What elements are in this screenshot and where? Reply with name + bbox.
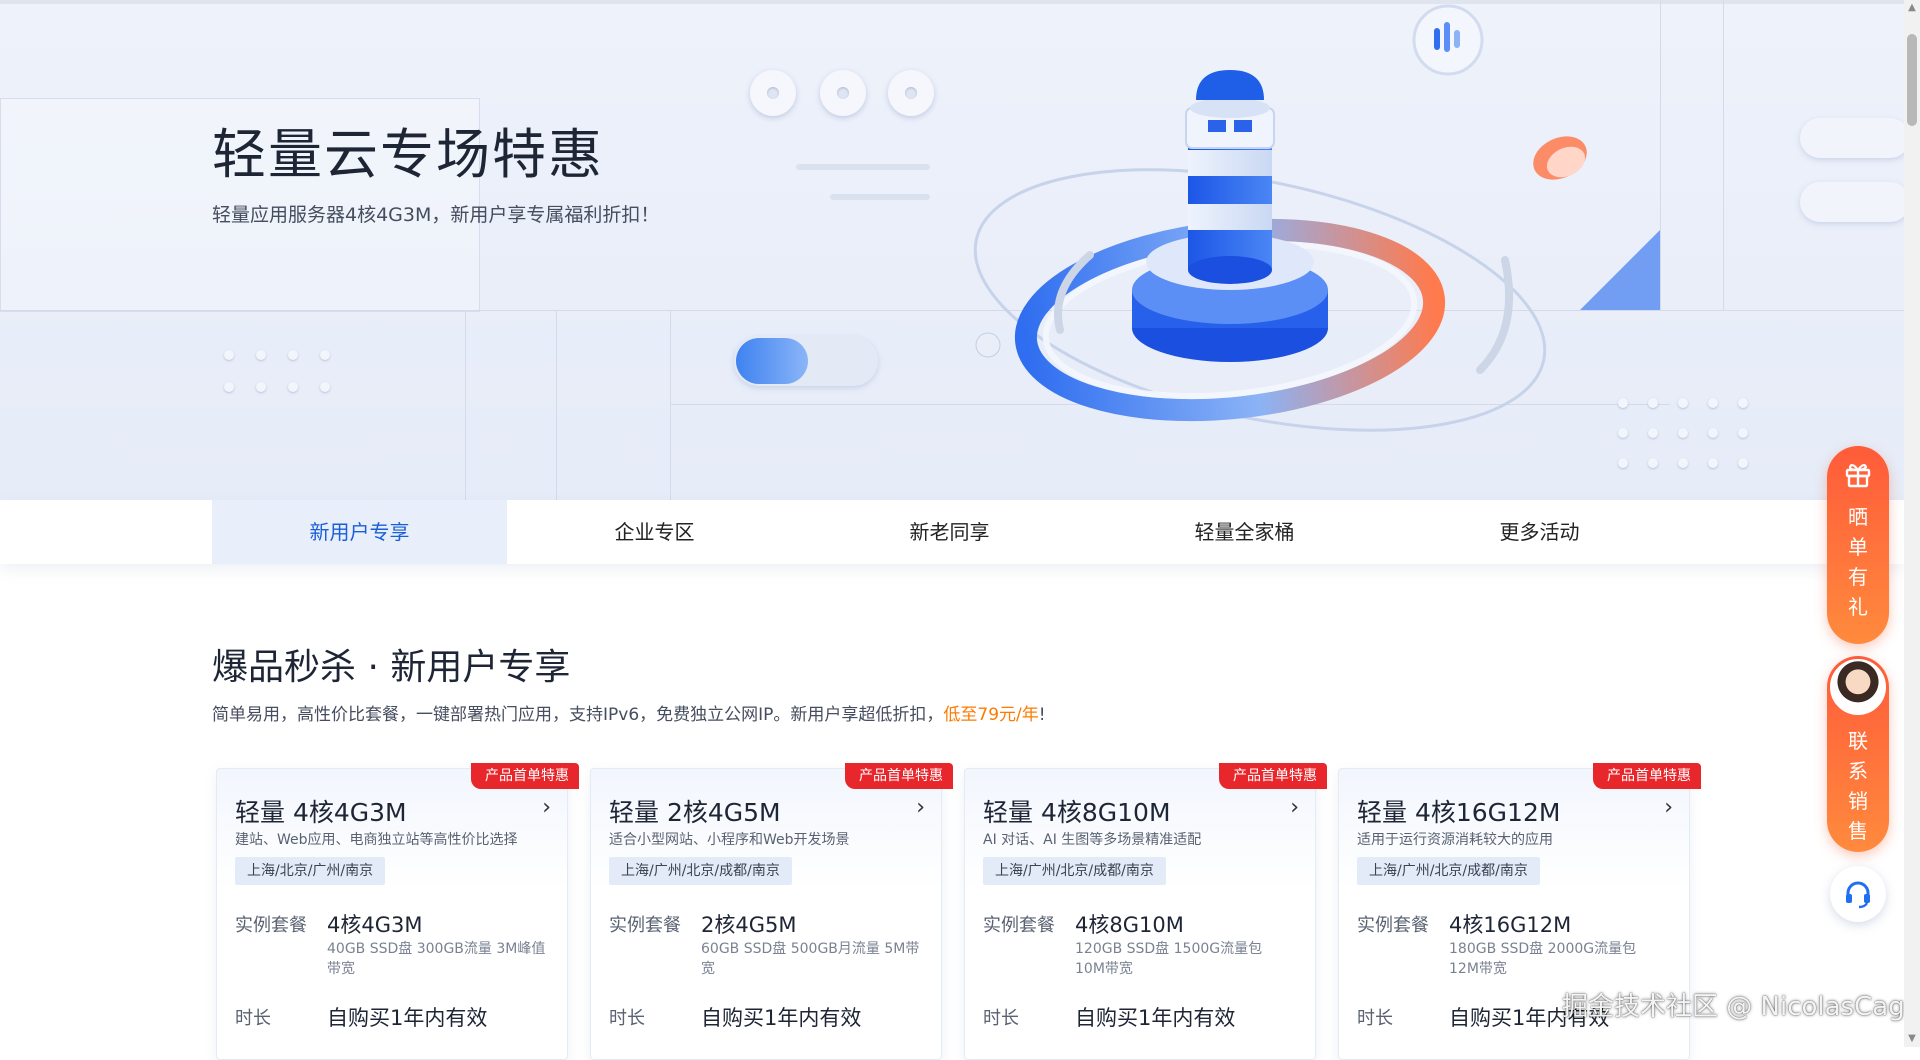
decor-bar <box>830 194 930 200</box>
contact-sales-button[interactable]: 联 系 销 售 <box>1827 656 1889 852</box>
card-title: 轻量 4核8G10M <box>983 798 1171 827</box>
section-desc-text: 简单易用，高性价比套餐，一键部署热门应用，支持IPv6，免费独立公网IP。新用户… <box>212 705 944 725</box>
share-order-gift-button[interactable]: 晒 单 有 礼 <box>1827 446 1889 644</box>
duration-label: 时长 <box>235 1008 271 1029</box>
section-description: 简单易用，高性价比套餐，一键部署热门应用，支持IPv6，免费独立公网IP。新用户… <box>212 700 1046 725</box>
decor-bar <box>796 164 930 170</box>
tab-enterprise[interactable]: 企业专区 <box>507 500 802 564</box>
sales-text-4: 售 <box>1848 819 1868 843</box>
spec-detail: 40GB SSD盘 300GB流量 3M峰值带宽 <box>327 941 546 977</box>
chevron-right-icon[interactable]: › <box>1664 795 1673 820</box>
sales-text-2: 系 <box>1848 759 1868 783</box>
sales-text-1: 联 <box>1848 729 1868 753</box>
product-card[interactable]: 产品首单特惠 轻量 4核8G10M › AI 对话、AI 生图等多场景精准适配 … <box>964 763 1327 1060</box>
bg-line <box>1660 0 1661 310</box>
region-tag: 上海/北京/广州/南京 <box>235 857 386 885</box>
spec-value: 4核16G12M <box>1449 913 1572 937</box>
decor-circle <box>750 70 796 116</box>
spec-label: 实例套餐 <box>983 915 1055 936</box>
region-tag: 上海/广州/北京/成都/南京 <box>983 857 1166 885</box>
bg-line <box>1723 0 1724 310</box>
first-order-badge: 产品首单特惠 <box>1219 763 1327 789</box>
decor-circle <box>820 70 866 116</box>
region-tag: 上海/广州/北京/成都/南京 <box>1357 857 1540 885</box>
product-card[interactable]: 产品首单特惠 轻量 2核4G5M › 适合小型网站、小程序和Web开发场景 上海… <box>590 763 953 1060</box>
tab-lightweight-bundle[interactable]: 轻量全家桶 <box>1097 500 1392 564</box>
duration-value: 自购买1年内有效 <box>327 1006 488 1030</box>
sales-avatar <box>1830 659 1886 715</box>
card-description: 建站、Web应用、电商独立站等高性价比选择 <box>235 832 518 848</box>
decor-pill <box>1800 182 1904 222</box>
first-order-badge: 产品首单特惠 <box>845 763 953 789</box>
gift-text-4: 礼 <box>1848 595 1868 619</box>
bg-line <box>465 310 466 500</box>
category-tabs: 新用户专享 企业专区 新老同享 轻量全家桶 更多活动 <box>0 500 1904 564</box>
dot-grid-left <box>224 350 330 392</box>
bg-line <box>670 310 671 500</box>
hero-title: 轻量云专场特惠 <box>212 123 604 186</box>
tab-new-and-old[interactable]: 新老同享 <box>802 500 1097 564</box>
chevron-right-icon[interactable]: › <box>916 795 925 820</box>
gift-text-1: 晒 <box>1848 505 1868 529</box>
duration-value: 自购买1年内有效 <box>701 1006 862 1030</box>
card-description: AI 对话、AI 生图等多场景精准适配 <box>983 832 1202 848</box>
spec-detail: 180GB SSD盘 2000G流量包 12M带宽 <box>1449 941 1637 977</box>
spec-value: 4核8G10M <box>1075 913 1184 937</box>
price-highlight: 低至79元/年 <box>943 705 1039 725</box>
decor-circle <box>888 70 934 116</box>
vertical-scrollbar[interactable]: ▲ ▼ <box>1904 0 1920 1047</box>
hero-banner: 轻量云专场特惠 轻量应用服务器4核4G3M，新用户享专属福利折扣！ <box>0 0 1904 500</box>
section-desc-suffix: ! <box>1038 705 1046 725</box>
first-order-badge: 产品首单特惠 <box>471 763 579 789</box>
chevron-right-icon[interactable]: › <box>1290 795 1299 820</box>
hero-subtitle: 轻量应用服务器4核4G3M，新用户享专属福利折扣！ <box>212 204 660 226</box>
first-order-badge: 产品首单特惠 <box>1593 763 1701 789</box>
card-description: 适合小型网站、小程序和Web开发场景 <box>609 832 850 848</box>
spec-value: 2核4G5M <box>701 913 797 937</box>
scroll-thumb[interactable] <box>1907 34 1917 126</box>
spec-value: 4核4G3M <box>327 913 423 937</box>
card-title: 轻量 4核16G12M <box>1357 798 1561 827</box>
watermark: 掘金技术社区 @ NicolasCage <box>1562 992 1920 1022</box>
spec-label: 实例套餐 <box>1357 915 1429 936</box>
scroll-up-arrow-icon[interactable]: ▲ <box>1904 0 1920 16</box>
duration-label: 时长 <box>1357 1008 1393 1029</box>
card-description: 适用于运行资源消耗较大的应用 <box>1357 832 1553 848</box>
bg-line <box>556 310 557 500</box>
headset-icon <box>1846 881 1870 909</box>
region-tag: 上海/广州/北京/成都/南京 <box>609 857 792 885</box>
gift-text-3: 有 <box>1848 565 1868 589</box>
product-card[interactable]: 产品首单特惠 轻量 4核4G3M › 建站、Web应用、电商独立站等高性价比选择… <box>216 763 579 1060</box>
card-title: 轻量 2核4G5M <box>609 798 781 827</box>
duration-value: 自购买1年内有效 <box>1075 1006 1236 1030</box>
decor-pill <box>1800 118 1904 158</box>
scroll-down-arrow-icon[interactable]: ▼ <box>1904 1031 1920 1047</box>
lighthouse-illustration <box>973 4 1660 432</box>
decor-toggle <box>734 336 878 386</box>
spec-label: 实例套餐 <box>235 915 307 936</box>
duration-label: 时长 <box>983 1008 1019 1029</box>
customer-service-button[interactable] <box>1830 866 1886 922</box>
section-title: 爆品秒杀 · 新用户专享 <box>212 647 571 688</box>
card-title: 轻量 4核4G3M <box>235 798 407 827</box>
sales-text-3: 销 <box>1848 789 1868 813</box>
gift-text-2: 单 <box>1848 535 1868 559</box>
spec-detail: 120GB SSD盘 1500G流量包 10M带宽 <box>1075 941 1263 977</box>
spec-label: 实例套餐 <box>609 915 681 936</box>
tab-new-user[interactable]: 新用户专享 <box>212 500 507 564</box>
spec-detail: 60GB SSD盘 500GB月流量 5M带宽 <box>701 941 920 977</box>
chevron-right-icon[interactable]: › <box>542 795 551 820</box>
gift-icon <box>1845 463 1871 488</box>
tab-more-activities[interactable]: 更多活动 <box>1392 500 1687 564</box>
duration-label: 时长 <box>609 1008 645 1029</box>
